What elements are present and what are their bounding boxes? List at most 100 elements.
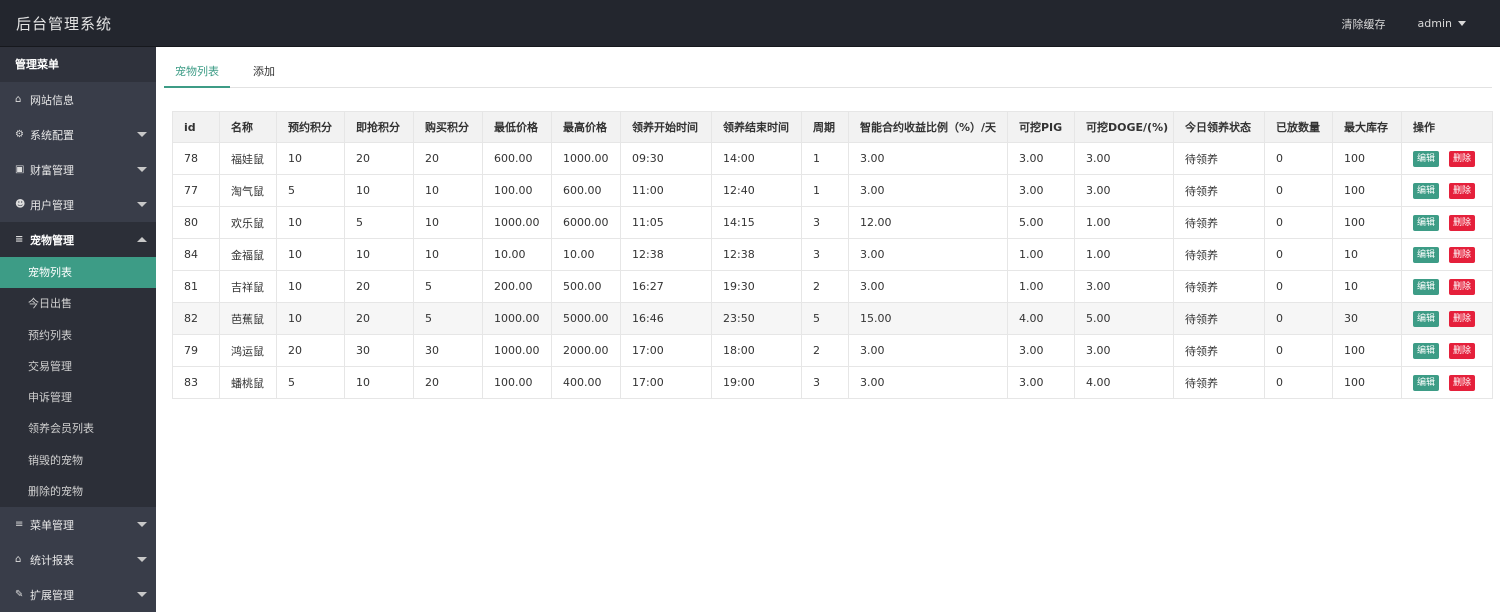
sidebar-item-label: 用户管理 xyxy=(30,198,74,212)
table-cell: 600.00 xyxy=(551,174,621,207)
table-cell: 81 xyxy=(172,270,220,303)
edit-button[interactable]: 编辑 xyxy=(1413,374,1440,391)
submenu-item[interactable]: 申诉管理 xyxy=(0,382,156,413)
table-cell: 16:27 xyxy=(620,270,712,303)
tab-bar: 宠物列表 添加 xyxy=(164,57,1492,88)
wrench-icon: ✎ xyxy=(15,589,24,601)
tab-pet-list[interactable]: 宠物列表 xyxy=(164,57,230,88)
table-cell: 30 xyxy=(1332,302,1402,335)
edit-button[interactable]: 编辑 xyxy=(1413,342,1440,359)
table-cell: 5 xyxy=(276,174,345,207)
column-header: 今日领养状态 xyxy=(1173,111,1265,143)
delete-button[interactable]: 删除 xyxy=(1449,342,1476,359)
table-cell: 400.00 xyxy=(551,366,621,399)
table-row: 82 芭蕉鼠 10 20 5 1000.00 5000.00 16:46 23:50 5 15.00… xyxy=(172,302,1493,335)
sidebar-item-3[interactable]: ☻ 用户管理 xyxy=(0,187,156,222)
delete-button[interactable]: 删除 xyxy=(1449,246,1476,263)
table-cell: 6000.00 xyxy=(551,206,621,239)
table-cell: 10 xyxy=(1332,238,1402,271)
table-cell: 4.00 xyxy=(1007,302,1075,335)
tab-add[interactable]: 添加 xyxy=(242,57,286,88)
sidebar-item-label: 扩展管理 xyxy=(30,588,74,602)
column-header: 购买积分 xyxy=(413,111,483,143)
sidebar-item-bottom-2[interactable]: ✎ 扩展管理 xyxy=(0,577,156,612)
sidebar-item-bottom-0[interactable]: ≡ 菜单管理 xyxy=(0,507,156,542)
table-cell: 芭蕉鼠 xyxy=(219,302,277,335)
table-cell: 30 xyxy=(344,334,414,367)
sidebar-item-0[interactable]: ⌂ 网站信息 xyxy=(0,82,156,117)
table-cell: 待领养 xyxy=(1173,142,1265,175)
table-cell: 1000.00 xyxy=(482,302,552,335)
submenu-item[interactable]: 今日出售 xyxy=(0,288,156,319)
table-cell: 10 xyxy=(276,238,345,271)
table-row: 78 福娃鼠 10 20 20 600.00 1000.00 09:30 14:00 1 3.00 3… xyxy=(172,142,1493,175)
sidebar-item-1[interactable]: ⚙ 系统配置 xyxy=(0,117,156,152)
sidebar-item-bottom-1[interactable]: ⌂ 统计报表 xyxy=(0,542,156,577)
edit-button[interactable]: 编辑 xyxy=(1413,246,1440,263)
column-header: 领养开始时间 xyxy=(620,111,712,143)
list-icon: ≡ xyxy=(15,519,24,531)
submenu-item[interactable]: 宠物列表 xyxy=(0,257,156,289)
table-cell: 1000.00 xyxy=(482,206,552,239)
table-cell: 83 xyxy=(172,366,220,399)
table-cell: 3.00 xyxy=(848,366,1008,399)
delete-button[interactable]: 删除 xyxy=(1449,278,1476,295)
edit-button[interactable]: 编辑 xyxy=(1413,182,1440,199)
table-cell: 0 xyxy=(1264,366,1333,399)
table-row: 84 金福鼠 10 10 10 10.00 10.00 12:38 12:38 3 3.00 1.00… xyxy=(172,238,1493,271)
delete-button[interactable]: 删除 xyxy=(1449,182,1476,199)
column-header: 最大库存 xyxy=(1332,111,1402,143)
table-cell: 4.00 xyxy=(1074,366,1174,399)
clear-cache-link[interactable]: 清除缓存 xyxy=(1342,16,1386,32)
table-cell: 3.00 xyxy=(1074,270,1174,303)
column-header: 名称 xyxy=(219,111,277,143)
actions-cell: 编辑 删除 xyxy=(1401,270,1493,303)
submenu-item[interactable]: 领养会员列表 xyxy=(0,413,156,444)
edit-button[interactable]: 编辑 xyxy=(1413,310,1440,327)
chevron-up-icon xyxy=(137,237,147,242)
table-cell: 3.00 xyxy=(1074,142,1174,175)
table-cell: 100 xyxy=(1332,334,1402,367)
table-cell: 5 xyxy=(413,302,483,335)
table-cell: 20 xyxy=(344,142,414,175)
actions-cell: 编辑 删除 xyxy=(1401,142,1493,175)
table-cell: 3 xyxy=(801,238,849,271)
delete-button[interactable]: 删除 xyxy=(1449,374,1476,391)
table-cell: 2 xyxy=(801,270,849,303)
table-cell: 80 xyxy=(172,206,220,239)
table-cell: 1000.00 xyxy=(482,334,552,367)
home-icon: ⌂ xyxy=(15,554,22,566)
top-right-menu: 清除缓存 admin xyxy=(1342,0,1500,47)
table-cell: 3.00 xyxy=(848,142,1008,175)
submenu-item[interactable]: 预约列表 xyxy=(0,320,156,351)
submenu-item[interactable]: 销毁的宠物 xyxy=(0,445,156,476)
edit-button[interactable]: 编辑 xyxy=(1413,150,1440,167)
submenu-item[interactable]: 交易管理 xyxy=(0,351,156,382)
table-cell: 1.00 xyxy=(1007,238,1075,271)
table-row: 80 欢乐鼠 10 5 10 1000.00 6000.00 11:05 14:15 3 12.00… xyxy=(172,206,1493,239)
edit-button[interactable]: 编辑 xyxy=(1413,214,1440,231)
table-cell: 5 xyxy=(276,366,345,399)
user-menu[interactable]: admin xyxy=(1418,17,1466,30)
caret-down-icon xyxy=(1458,21,1466,26)
table-cell: 福娃鼠 xyxy=(219,142,277,175)
table-cell: 600.00 xyxy=(482,142,552,175)
submenu-item[interactable]: 删除的宠物 xyxy=(0,476,156,507)
table-cell: 17:00 xyxy=(620,366,712,399)
table-cell: 100 xyxy=(1332,174,1402,207)
table-cell: 16:46 xyxy=(620,302,712,335)
sidebar-item-pet-management[interactable]: ≡ 宠物管理 xyxy=(0,222,156,257)
sidebar-item-2[interactable]: ▣ 财富管理 xyxy=(0,152,156,187)
table-cell: 500.00 xyxy=(551,270,621,303)
edit-button[interactable]: 编辑 xyxy=(1413,278,1440,295)
table-cell: 100 xyxy=(1332,142,1402,175)
table-cell: 30 xyxy=(413,334,483,367)
delete-button[interactable]: 删除 xyxy=(1449,150,1476,167)
column-header: 最高价格 xyxy=(551,111,621,143)
delete-button[interactable]: 删除 xyxy=(1449,214,1476,231)
table-cell: 3.00 xyxy=(848,238,1008,271)
column-header: 预约积分 xyxy=(276,111,345,143)
table-cell: 18:00 xyxy=(711,334,802,367)
table-cell: 10 xyxy=(344,238,414,271)
delete-button[interactable]: 删除 xyxy=(1449,310,1476,327)
